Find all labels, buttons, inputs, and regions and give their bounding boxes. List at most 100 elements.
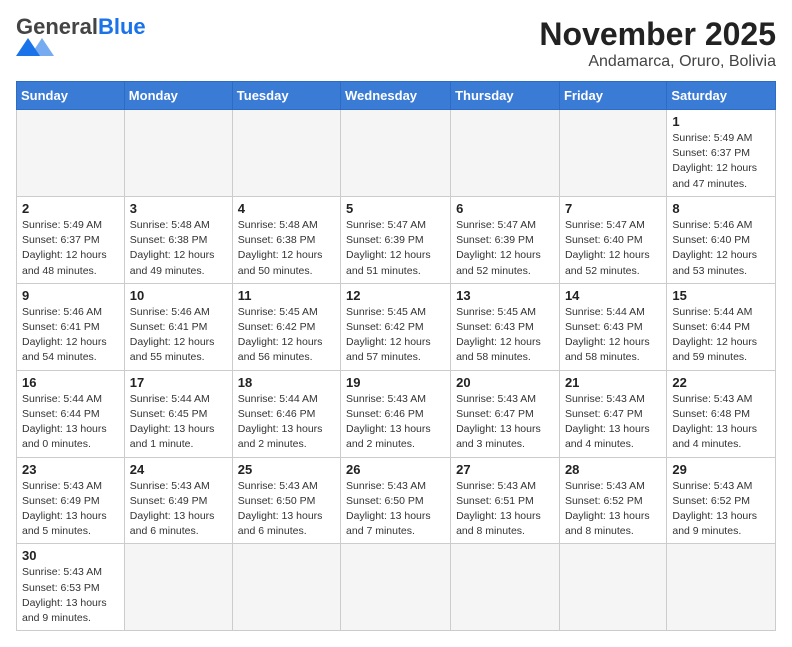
calendar-cell: 16 Sunrise: 5:44 AM Sunset: 6:44 PM Dayli… bbox=[17, 370, 125, 457]
day-number: 21 bbox=[565, 375, 661, 390]
calendar-cell: 22Sunrise: 5:43 AM Sunset: 6:48 PM Dayli… bbox=[667, 370, 776, 457]
day-number: 24 bbox=[130, 462, 227, 477]
calendar-cell bbox=[341, 544, 451, 631]
calendar-cell bbox=[667, 544, 776, 631]
day-number: 6 bbox=[456, 201, 554, 216]
calendar-subtitle: Andamarca, Oruro, Bolivia bbox=[539, 53, 776, 71]
calendar-cell: 28Sunrise: 5:43 AM Sunset: 6:52 PM Dayli… bbox=[559, 457, 666, 544]
week-row-2: 9 Sunrise: 5:46 AM Sunset: 6:41 PM Daylig… bbox=[17, 283, 776, 370]
day-info: Sunrise: 5:43 AM Sunset: 6:47 PM Dayligh… bbox=[456, 392, 554, 453]
calendar-cell: 18 Sunrise: 5:44 AM Sunset: 6:46 PM Dayli… bbox=[232, 370, 340, 457]
day-info: Sunrise: 5:47 AM Sunset: 6:39 PM Dayligh… bbox=[346, 218, 445, 279]
day-info: Sunrise: 5:44 AM Sunset: 6:44 PM Dayligh… bbox=[22, 392, 119, 453]
day-info: Sunrise: 5:46 AM Sunset: 6:41 PM Dayligh… bbox=[22, 305, 119, 366]
calendar-cell: 3 Sunrise: 5:48 AM Sunset: 6:38 PM Daylig… bbox=[124, 196, 232, 283]
day-info: Sunrise: 5:43 AM Sunset: 6:50 PM Dayligh… bbox=[238, 479, 335, 540]
day-info: Sunrise: 5:46 AM Sunset: 6:40 PM Dayligh… bbox=[672, 218, 770, 279]
day-info: Sunrise: 5:44 AM Sunset: 6:46 PM Dayligh… bbox=[238, 392, 335, 453]
day-info: Sunrise: 5:43 AM Sunset: 6:50 PM Dayligh… bbox=[346, 479, 445, 540]
day-info: Sunrise: 5:45 AM Sunset: 6:42 PM Dayligh… bbox=[346, 305, 445, 366]
day-info: Sunrise: 5:46 AM Sunset: 6:41 PM Dayligh… bbox=[130, 305, 227, 366]
day-info: Sunrise: 5:48 AM Sunset: 6:38 PM Dayligh… bbox=[130, 218, 227, 279]
day-number: 17 bbox=[130, 375, 227, 390]
day-number: 16 bbox=[22, 375, 119, 390]
calendar-body: 1 Sunrise: 5:49 AM Sunset: 6:37 PM Daylig… bbox=[17, 110, 776, 631]
calendar-cell bbox=[559, 110, 666, 197]
day-info: Sunrise: 5:43 AM Sunset: 6:49 PM Dayligh… bbox=[22, 479, 119, 540]
day-number: 9 bbox=[22, 288, 119, 303]
calendar-cell bbox=[451, 110, 560, 197]
day-number: 15 bbox=[672, 288, 770, 303]
calendar-cell bbox=[17, 110, 125, 197]
calendar-cell bbox=[232, 110, 340, 197]
week-row-4: 23 Sunrise: 5:43 AM Sunset: 6:49 PM Dayli… bbox=[17, 457, 776, 544]
day-header-friday: Friday bbox=[559, 82, 666, 110]
calendar-cell: 17 Sunrise: 5:44 AM Sunset: 6:45 PM Dayli… bbox=[124, 370, 232, 457]
day-number: 5 bbox=[346, 201, 445, 216]
day-info: Sunrise: 5:49 AM Sunset: 6:37 PM Dayligh… bbox=[672, 131, 770, 192]
day-header-sunday: Sunday bbox=[17, 82, 125, 110]
day-number: 25 bbox=[238, 462, 335, 477]
day-info: Sunrise: 5:48 AM Sunset: 6:38 PM Dayligh… bbox=[238, 218, 335, 279]
day-number: 2 bbox=[22, 201, 119, 216]
calendar-cell bbox=[341, 110, 451, 197]
calendar-cell bbox=[124, 110, 232, 197]
day-info: Sunrise: 5:43 AM Sunset: 6:46 PM Dayligh… bbox=[346, 392, 445, 453]
day-info: Sunrise: 5:44 AM Sunset: 6:44 PM Dayligh… bbox=[672, 305, 770, 366]
calendar-cell bbox=[232, 544, 340, 631]
calendar-cell: 27Sunrise: 5:43 AM Sunset: 6:51 PM Dayli… bbox=[451, 457, 560, 544]
day-number: 22 bbox=[672, 375, 770, 390]
day-number: 12 bbox=[346, 288, 445, 303]
day-number: 4 bbox=[238, 201, 335, 216]
calendar-cell: 14Sunrise: 5:44 AM Sunset: 6:43 PM Dayli… bbox=[559, 283, 666, 370]
calendar-cell: 19Sunrise: 5:43 AM Sunset: 6:46 PM Dayli… bbox=[341, 370, 451, 457]
day-number: 11 bbox=[238, 288, 335, 303]
calendar-cell bbox=[124, 544, 232, 631]
day-info: Sunrise: 5:43 AM Sunset: 6:47 PM Dayligh… bbox=[565, 392, 661, 453]
day-info: Sunrise: 5:43 AM Sunset: 6:53 PM Dayligh… bbox=[22, 565, 119, 626]
calendar-cell: 8 Sunrise: 5:46 AM Sunset: 6:40 PM Daylig… bbox=[667, 196, 776, 283]
logo-general-text: General bbox=[16, 16, 98, 38]
calendar-cell: 5 Sunrise: 5:47 AM Sunset: 6:39 PM Daylig… bbox=[341, 196, 451, 283]
day-info: Sunrise: 5:43 AM Sunset: 6:51 PM Dayligh… bbox=[456, 479, 554, 540]
day-header-saturday: Saturday bbox=[667, 82, 776, 110]
calendar-cell bbox=[451, 544, 560, 631]
day-number: 30 bbox=[22, 548, 119, 563]
day-header-wednesday: Wednesday bbox=[341, 82, 451, 110]
day-header-thursday: Thursday bbox=[451, 82, 560, 110]
day-number: 1 bbox=[672, 114, 770, 129]
day-number: 26 bbox=[346, 462, 445, 477]
day-number: 23 bbox=[22, 462, 119, 477]
day-info: Sunrise: 5:44 AM Sunset: 6:45 PM Dayligh… bbox=[130, 392, 227, 453]
day-number: 3 bbox=[130, 201, 227, 216]
calendar-cell: 4 Sunrise: 5:48 AM Sunset: 6:38 PM Daylig… bbox=[232, 196, 340, 283]
calendar-cell: 10 Sunrise: 5:46 AM Sunset: 6:41 PM Dayli… bbox=[124, 283, 232, 370]
calendar-cell: 29 Sunrise: 5:43 AM Sunset: 6:52 PM Dayli… bbox=[667, 457, 776, 544]
day-number: 8 bbox=[672, 201, 770, 216]
calendar-cell: 30 Sunrise: 5:43 AM Sunset: 6:53 PM Dayli… bbox=[17, 544, 125, 631]
page-header: General Blue November 2025 Andamarca, Or… bbox=[16, 16, 776, 71]
calendar-title: November 2025 bbox=[539, 16, 776, 53]
logo: General Blue bbox=[16, 16, 146, 56]
calendar-cell: 1 Sunrise: 5:49 AM Sunset: 6:37 PM Daylig… bbox=[667, 110, 776, 197]
day-number: 29 bbox=[672, 462, 770, 477]
day-number: 10 bbox=[130, 288, 227, 303]
day-info: Sunrise: 5:47 AM Sunset: 6:40 PM Dayligh… bbox=[565, 218, 661, 279]
calendar-cell: 13Sunrise: 5:45 AM Sunset: 6:43 PM Dayli… bbox=[451, 283, 560, 370]
day-number: 28 bbox=[565, 462, 661, 477]
day-number: 14 bbox=[565, 288, 661, 303]
calendar-cell: 24Sunrise: 5:43 AM Sunset: 6:49 PM Dayli… bbox=[124, 457, 232, 544]
day-info: Sunrise: 5:45 AM Sunset: 6:43 PM Dayligh… bbox=[456, 305, 554, 366]
calendar-cell: 23 Sunrise: 5:43 AM Sunset: 6:49 PM Dayli… bbox=[17, 457, 125, 544]
day-number: 7 bbox=[565, 201, 661, 216]
day-number: 20 bbox=[456, 375, 554, 390]
day-number: 18 bbox=[238, 375, 335, 390]
day-info: Sunrise: 5:49 AM Sunset: 6:37 PM Dayligh… bbox=[22, 218, 119, 279]
calendar-cell: 12 Sunrise: 5:45 AM Sunset: 6:42 PM Dayli… bbox=[341, 283, 451, 370]
calendar-cell: 20 Sunrise: 5:43 AM Sunset: 6:47 PM Dayli… bbox=[451, 370, 560, 457]
calendar-cell: 2 Sunrise: 5:49 AM Sunset: 6:37 PM Daylig… bbox=[17, 196, 125, 283]
calendar-cell: 21 Sunrise: 5:43 AM Sunset: 6:47 PM Dayli… bbox=[559, 370, 666, 457]
logo-icon bbox=[16, 38, 66, 56]
calendar-cell: 25 Sunrise: 5:43 AM Sunset: 6:50 PM Dayli… bbox=[232, 457, 340, 544]
day-info: Sunrise: 5:43 AM Sunset: 6:52 PM Dayligh… bbox=[672, 479, 770, 540]
